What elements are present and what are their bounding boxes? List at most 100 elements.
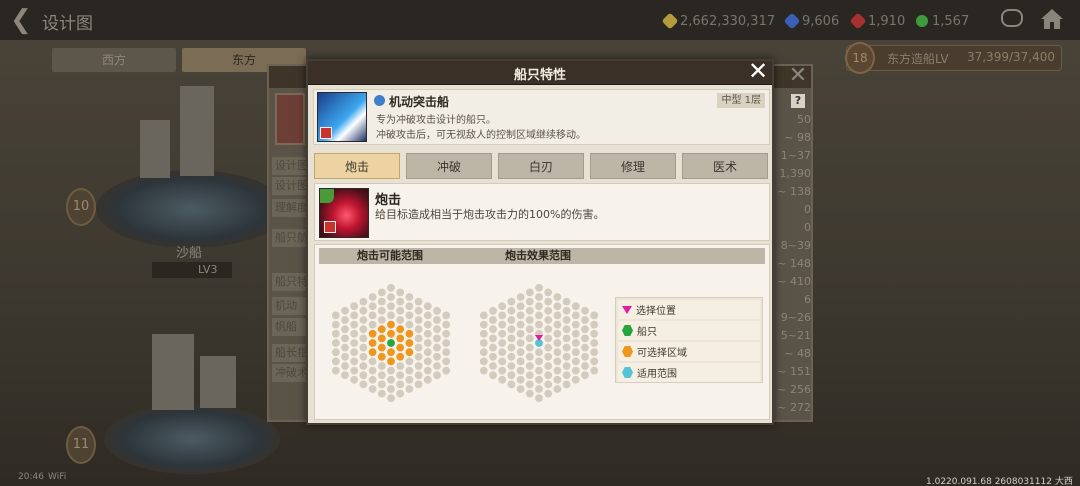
- tab-breakthrough[interactable]: 冲破: [406, 153, 492, 179]
- hex-cell: [414, 297, 423, 306]
- close-icon[interactable]: ✕: [747, 59, 769, 83]
- ship-sail-bottom-2: [200, 356, 236, 408]
- hex-cell: [498, 339, 507, 347]
- shipyard-label: 东方造船LV: [887, 52, 949, 66]
- skill-type-corner-icon: [320, 189, 334, 203]
- hex-cell: [489, 306, 497, 315]
- bg-row: 设计图: [272, 157, 308, 175]
- hex-cell: [341, 362, 349, 370]
- hex-cell: [507, 352, 516, 361]
- hex-cell: [498, 311, 507, 320]
- hex-cell: [331, 366, 340, 375]
- lock-icon: [320, 127, 332, 139]
- hex-cell: [377, 371, 386, 380]
- hex-cell: [507, 343, 516, 352]
- hex-cell: [377, 389, 386, 398]
- hex-cell: [368, 320, 377, 329]
- hex-cell: [442, 366, 451, 375]
- hex-cell: [489, 325, 497, 334]
- hex-cell: [405, 375, 414, 384]
- hex-cell: [423, 329, 432, 338]
- status-time: 20:46: [18, 472, 44, 482]
- hex-cell: [377, 343, 386, 352]
- help-button[interactable]: ?: [791, 94, 805, 108]
- modal-header: 船只特性 ✕: [308, 59, 772, 85]
- gold-coin-icon: [661, 12, 679, 30]
- hex-cell: [359, 297, 368, 306]
- shipyard-level-bar: 18 东方造船LV 37,399/37,400: [845, 42, 1062, 74]
- hex-cell: [377, 325, 386, 334]
- bg-row: 机动: [272, 297, 308, 315]
- green-token-icon: [913, 12, 931, 30]
- hex-cell: [562, 325, 571, 334]
- cannon-skill-icon: [319, 188, 369, 238]
- hex-cell: [442, 339, 451, 347]
- tab-west[interactable]: 西方: [52, 48, 176, 72]
- hex-cell: [341, 343, 349, 352]
- tab-melee[interactable]: 白刃: [498, 153, 584, 179]
- ship-pedestal-top[interactable]: [96, 170, 286, 248]
- page-title: 设计图: [42, 14, 93, 34]
- select-position-marker-icon: [535, 335, 543, 341]
- ship-lv-label: LV3: [152, 262, 232, 278]
- ship-pedestal-bottom[interactable]: [104, 404, 280, 474]
- shipyard-level-badge: 18: [845, 42, 875, 74]
- hex-cell: [489, 334, 497, 343]
- bg-stat: ~ 48: [784, 347, 811, 360]
- hex-cell: [359, 371, 368, 380]
- ship-sail-bottom: [152, 334, 194, 410]
- tab-medical[interactable]: 医术: [682, 153, 768, 179]
- hex-cell: [544, 371, 553, 380]
- hex-cell: [331, 339, 340, 347]
- ship-name-label: 沙船: [176, 246, 203, 261]
- hex-cell: [331, 348, 340, 357]
- hex-cell: [359, 306, 368, 315]
- tab-cannon[interactable]: 炮击: [314, 153, 400, 179]
- hex-cell: [396, 334, 405, 343]
- hex-cell: [387, 385, 395, 393]
- hex-cell: [525, 362, 534, 370]
- bg-stat: ~ 98: [784, 131, 811, 144]
- hex-cell: [479, 320, 488, 329]
- chat-icon[interactable]: [1001, 9, 1023, 27]
- hex-cell: [562, 352, 571, 361]
- back-arrow-icon[interactable]: ❮: [10, 6, 34, 34]
- ship-info-card: 机动突击船 专为冲破攻击设计的船只。 冲破攻击后，可无视敌人的控制区域继续移动。…: [313, 89, 770, 145]
- lock-icon: [324, 221, 336, 233]
- hex-cell: [405, 293, 414, 301]
- hex-cell: [387, 348, 395, 357]
- hex-cell: [525, 288, 534, 297]
- hex-cell: [553, 339, 562, 347]
- hex-cell: [341, 352, 349, 361]
- hex-cell: [525, 306, 534, 315]
- hex-cell: [489, 362, 497, 370]
- hex-cell: [590, 366, 599, 375]
- hex-cell: [350, 348, 359, 357]
- hex-cell: [368, 329, 377, 338]
- hex-cell: [553, 385, 562, 393]
- bg-stat: 6: [804, 293, 811, 306]
- bg-close-icon[interactable]: ✕: [787, 65, 809, 88]
- hex-cell: [535, 311, 543, 320]
- hex-cell: [368, 311, 377, 320]
- hex-cell: [405, 357, 414, 366]
- bg-stat: 9~26: [780, 311, 811, 324]
- hex-cell: [377, 352, 386, 361]
- hex-cell: [525, 380, 534, 389]
- bg-stat: ~ 410: [777, 275, 811, 288]
- home-icon[interactable]: [1040, 8, 1064, 30]
- hex-cell: [350, 320, 359, 329]
- hex-cell: [377, 297, 386, 306]
- hex-cell: [387, 339, 395, 347]
- hex-cell: [535, 293, 543, 301]
- ship-name: 机动突击船: [389, 95, 450, 109]
- tab-repair[interactable]: 修理: [590, 153, 676, 179]
- hex-cell: [562, 316, 571, 324]
- hex-cell: [516, 375, 525, 384]
- hex-cell: [414, 371, 423, 380]
- hex-cell: [377, 306, 386, 315]
- hex-cell: [414, 334, 423, 343]
- hex-cell: [525, 343, 534, 352]
- hex-cell: [331, 320, 340, 329]
- hex-cell: [516, 293, 525, 301]
